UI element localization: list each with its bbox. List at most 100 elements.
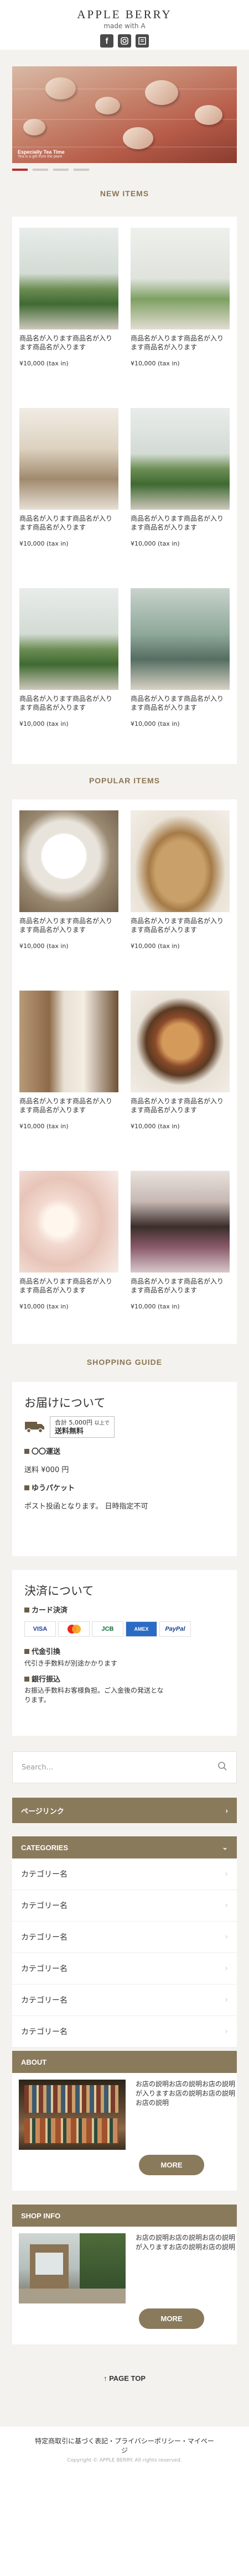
product-price: ¥10,000 (tax in) [19,360,69,367]
product-name[interactable]: 商品名が入ります商品名が入ります商品名が入ります [19,334,118,352]
product-price: ¥10,000 (tax in) [19,720,69,727]
chevron-right-icon: › [225,1933,228,1941]
shop-info-header: SHOP INFO [12,2205,237,2227]
product-image[interactable] [131,991,230,1092]
chevron-right-icon: › [225,1806,228,1815]
product-card[interactable]: 商品名が入ります商品名が入ります商品名が入ります ¥10,000 (tax in) [131,810,230,991]
card-logos: VISA JCB AMEX PayPal [24,1621,225,1637]
delivery-method-1-text: 送料 ¥000 円 [24,1466,69,1474]
about-more-button[interactable]: MORE [139,2155,204,2175]
page-links-toggle[interactable]: ページリンク › [12,1798,237,1823]
footer-links[interactable]: 特定商取引に基づく表記・プライバシーポリシー・マイページ [0,2437,249,2455]
category-item[interactable]: カテゴリー名 › [12,1890,237,1921]
amex-icon: AMEX [126,1621,157,1637]
product-image[interactable] [19,810,118,912]
product-name[interactable]: 商品名が入ります商品名が入ります商品名が入ります [131,694,230,712]
category-item[interactable]: カテゴリー名 › [12,1858,237,1890]
category-item[interactable]: カテゴリー名 › [12,1953,237,1985]
product-name[interactable]: 商品名が入ります商品名が入ります商品名が入ります [19,917,118,934]
category-label: カテゴリー名 [21,2028,68,2036]
product-name[interactable]: 商品名が入ります商品名が入ります商品名が入ります [131,917,230,934]
category-item[interactable]: カテゴリー名 › [12,2016,237,2048]
product-card[interactable]: 商品名が入ります商品名が入ります商品名が入ります ¥10,000 (tax in) [19,228,118,408]
chevron-right-icon: › [225,1870,228,1878]
product-card[interactable]: 商品名が入ります商品名が入ります商品名が入ります ¥10,000 (tax in) [19,1171,118,1351]
about-photo [19,2080,126,2150]
product-name[interactable]: 商品名が入ります商品名が入ります商品名が入ります [131,514,230,532]
social-links: f [0,34,249,48]
categories-title: CATEGORIES [21,1843,68,1852]
facebook-icon[interactable]: f [100,34,113,48]
product-image[interactable] [131,408,230,510]
product-image[interactable] [19,408,118,510]
slider-dot[interactable] [74,169,89,171]
product-price: ¥10,000 (tax in) [131,1123,180,1130]
page-top-link[interactable]: ↑ PAGE TOP [0,2374,249,2383]
slider-dot[interactable] [53,169,69,171]
product-image[interactable] [19,228,118,329]
product-image[interactable] [131,1171,230,1273]
site-logo[interactable]: APPLE BERRY [0,8,249,22]
payment-panel: 決済について カード決済 VISA JCB AMEX PayPal 代金引換 代… [12,1570,237,1736]
product-image[interactable] [19,1171,118,1273]
slider-dot[interactable] [33,169,48,171]
slider-dots [12,169,89,171]
truck-icon [24,1419,45,1436]
product-card[interactable]: 商品名が入ります商品名が入ります商品名が入ります ¥10,000 (tax in) [19,408,118,588]
product-name[interactable]: 商品名が入ります商品名が入ります商品名が入ります [19,1277,118,1295]
payment-heading: 決済について [24,1584,94,1598]
product-price: ¥10,000 (tax in) [19,1123,69,1130]
hero-caption: Especially Tea Time Tea is a gift from th… [18,149,65,159]
product-card[interactable]: 商品名が入ります商品名が入ります商品名が入ります ¥10,000 (tax in) [19,810,118,991]
product-price: ¥10,000 (tax in) [19,540,69,547]
category-label: カテゴリー名 [21,1996,68,2005]
product-card[interactable]: 商品名が入ります商品名が入ります商品名が入ります ¥10,000 (tax in) [131,1171,230,1351]
product-name[interactable]: 商品名が入ります商品名が入ります商品名が入ります [131,1277,230,1295]
product-name[interactable]: 商品名が入ります商品名が入ります商品名が入ります [131,1097,230,1114]
product-card[interactable]: 商品名が入ります商品名が入ります商品名が入ります ¥10,000 (tax in) [19,991,118,1171]
search-box[interactable]: Search... [12,1751,237,1783]
chevron-right-icon: › [225,1964,228,1973]
slider-dot[interactable] [12,169,28,171]
free-shipping-badge: 合計 5,000円 以上で 送料無料 [50,1416,115,1438]
product-price: ¥10,000 (tax in) [131,540,180,547]
product-name[interactable]: 商品名が入ります商品名が入ります商品名が入ります [131,334,230,352]
hero-slider[interactable]: Especially Tea Time Tea is a gift from th… [12,66,237,163]
site-footer: 特定商取引に基づく表記・プライバシーポリシー・マイページ Copyright ©… [0,2427,249,2576]
shop-info-title: SHOP INFO [21,2211,61,2220]
product-card[interactable]: 商品名が入ります商品名が入ります商品名が入ります ¥10,000 (tax in) [131,228,230,408]
product-price: ¥10,000 (tax in) [131,1303,180,1310]
chevron-right-icon: › [225,1901,228,1910]
shop-info-more-button[interactable]: MORE [139,2308,204,2329]
product-card[interactable]: 商品名が入ります商品名が入ります商品名が入ります ¥10,000 (tax in) [131,588,230,768]
product-image[interactable] [131,228,230,329]
category-item[interactable]: カテゴリー名 › [12,1921,237,1953]
page-links-label: ページリンク [21,1807,64,1815]
categories-header: CATEGORIES ⌄ [12,1836,237,1858]
product-image[interactable] [19,588,118,690]
product-card[interactable]: 商品名が入ります商品名が入ります商品名が入ります ¥10,000 (tax in) [19,588,118,768]
instagram-icon[interactable] [118,34,131,48]
visa-icon: VISA [24,1621,56,1637]
new-items-panel: 商品名が入ります商品名が入ります商品名が入ります ¥10,000 (tax in)… [12,217,237,764]
blog-icon[interactable] [136,34,149,48]
about-text: お店の説明お店の説明お店の説明が入りますお店の説明お店の説明お店の説明 [136,2080,236,2107]
product-name[interactable]: 商品名が入ります商品名が入ります商品名が入ります [19,1097,118,1114]
product-name[interactable]: 商品名が入ります商品名が入ります商品名が入ります [19,514,118,532]
site-tagline: made with A [103,22,146,30]
category-item[interactable]: カテゴリー名 › [12,1985,237,2016]
shop-info-panel: お店の説明お店の説明お店の説明が入りますお店の説明お店の説明 MORE [12,2227,237,2344]
search-icon[interactable] [217,1761,227,1773]
product-image[interactable] [131,588,230,690]
site-header: APPLE BERRY made with A f [0,0,249,50]
product-price: ¥10,000 (tax in) [131,720,180,727]
product-image[interactable] [131,810,230,912]
search-input[interactable]: Search... [22,1763,217,1772]
card-payment-title: カード決済 [24,1604,225,1615]
product-name[interactable]: 商品名が入ります商品名が入ります商品名が入ります [19,694,118,712]
product-image[interactable] [19,991,118,1092]
product-card[interactable]: 商品名が入ります商品名が入ります商品名が入ります ¥10,000 (tax in) [131,408,230,588]
product-card[interactable]: 商品名が入ります商品名が入ります商品名が入ります ¥10,000 (tax in) [131,991,230,1171]
copyright: Copyright © APPLE BERRY. All rights rese… [67,2458,182,2463]
category-label: カテゴリー名 [21,1933,68,1942]
